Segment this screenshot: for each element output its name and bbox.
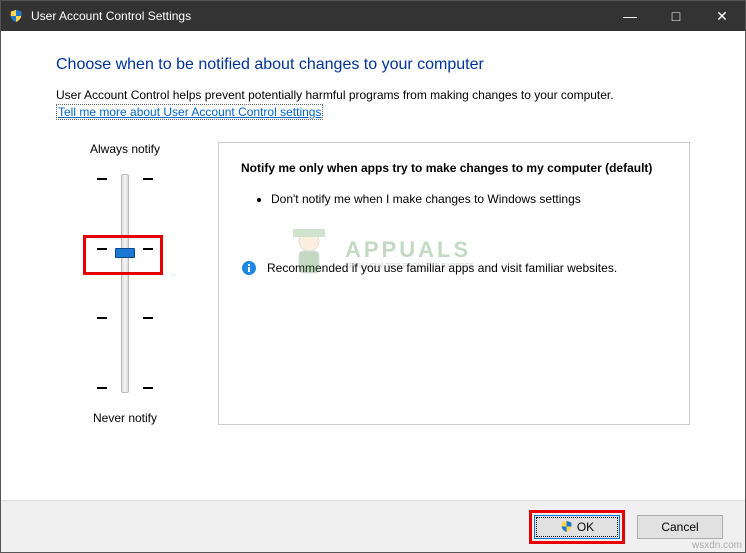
page-heading: Choose when to be notified about changes… [56,56,690,74]
notification-slider[interactable] [56,166,194,401]
slider-thumb[interactable] [115,248,135,258]
info-title: Notify me only when apps try to make cha… [241,161,667,175]
slider-tick-3 [97,383,153,393]
slider-top-label: Always notify [56,142,194,156]
ok-button-label: OK [577,520,594,534]
info-bullet-list: Don't notify me when I make changes to W… [241,191,667,208]
uac-settings-window: User Account Control Settings — □ ✕ Choo… [0,0,746,553]
uac-shield-icon [9,9,23,23]
ok-button[interactable]: OK [534,515,620,539]
slider-track [121,174,129,393]
cancel-button[interactable]: Cancel [637,515,723,539]
cancel-button-label: Cancel [661,520,698,534]
notification-slider-panel: Always notify Never notify [56,142,194,425]
annotation-highlight-ok: OK [529,510,625,544]
description-text: User Account Control helps prevent poten… [56,88,690,102]
main-row: Always notify Never notify [56,142,690,425]
slider-bottom-label: Never notify [56,411,194,425]
window-title: User Account Control Settings [31,9,607,23]
uac-shield-icon [560,520,573,533]
dialog-footer: OK Cancel [1,500,745,552]
minimize-button[interactable]: — [607,1,653,31]
titlebar: User Account Control Settings — □ ✕ [1,1,745,31]
watermark-brand: APPUALS [345,237,474,263]
maximize-button[interactable]: □ [653,1,699,31]
close-button[interactable]: ✕ [699,1,745,31]
slider-tick-2 [97,313,153,323]
help-link[interactable]: Tell me more about User Account Control … [56,104,323,120]
slider-tick-0 [97,174,153,184]
recommendation-text: Recommended if you use familiar apps and… [267,260,617,277]
info-bullet-item: Don't notify me when I make changes to W… [271,191,667,208]
content-area: Choose when to be notified about changes… [1,31,745,500]
info-panel: APPUALS TECH HOW-TO'S FROM THE EXPERTS N… [218,142,690,425]
info-icon [241,260,257,276]
recommendation-row: Recommended if you use familiar apps and… [241,260,667,277]
